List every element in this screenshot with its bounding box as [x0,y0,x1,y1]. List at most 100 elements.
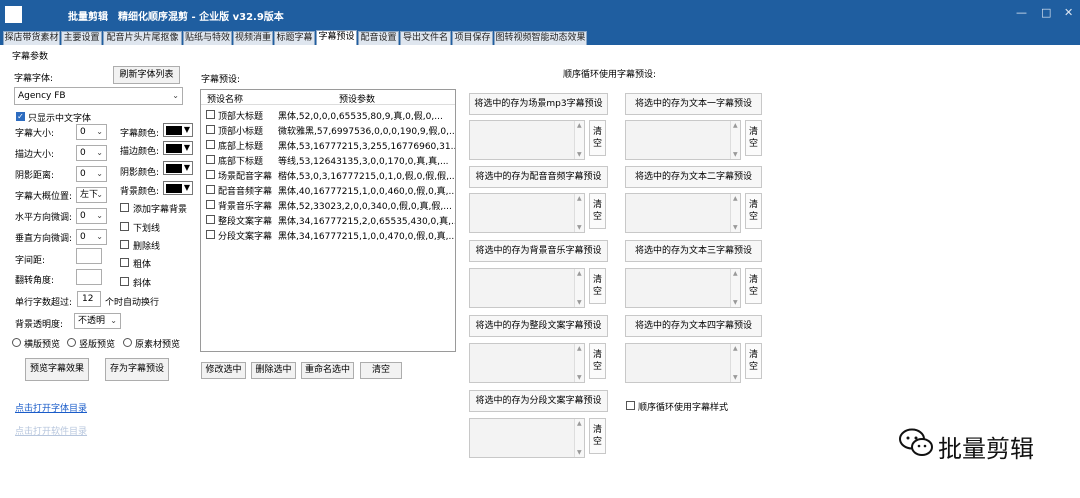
delete-selected-button[interactable]: 删除选中 [251,362,296,379]
preview-portrait-radio[interactable] [67,338,76,347]
clear-text3-button[interactable]: 清 空 [745,268,762,304]
row-checkbox[interactable] [206,215,215,224]
tab-dedupe[interactable]: 视频消重 [233,31,273,45]
tab-material[interactable]: 探店带货素材 [3,31,60,45]
clear-segment-button[interactable]: 清 空 [589,418,606,454]
scrollbar[interactable]: ▲ ▼ [574,121,584,159]
save-music-preset-button[interactable]: 将选中的存为背景音乐字幕预设 [469,240,608,262]
save-text4-preset-button[interactable]: 将选中的存为文本四字幕预设 [625,315,762,337]
segment-preset-box[interactable]: ▲ ▼ [469,418,585,458]
scroll-up-icon[interactable]: ▲ [733,122,738,129]
scroll-down-icon[interactable]: ▼ [733,374,738,381]
tab-title-subtitle[interactable]: 标题字幕 [274,31,315,45]
row-checkbox[interactable] [206,170,215,179]
clear-list-button[interactable]: 清空 [360,362,402,379]
scroll-down-icon[interactable]: ▼ [577,151,582,158]
save-preset-button[interactable]: 存为字幕预设 [105,358,169,381]
scroll-up-icon[interactable]: ▲ [577,195,582,202]
cycle-style-checkbox[interactable] [626,401,635,410]
music-preset-box[interactable]: ▲ ▼ [469,268,585,308]
scrollbar[interactable]: ▲ ▼ [574,269,584,307]
add-bg-checkbox[interactable] [120,203,129,212]
scroll-down-icon[interactable]: ▼ [577,224,582,231]
clear-voice-button[interactable]: 清 空 [589,193,606,229]
bg-color-picker[interactable]: ▼ [163,181,193,195]
text1-preset-box[interactable]: ▲ ▼ [625,120,741,160]
save-voice-preset-button[interactable]: 将选中的存为配音音频字幕预设 [469,166,608,188]
preset-row[interactable]: 场景配音字幕 楷体,53,0,3,16777215,0,1,0,假,0,假,假,.… [201,168,455,182]
scroll-up-icon[interactable]: ▲ [733,345,738,352]
clear-scene-button[interactable]: 清 空 [589,120,606,156]
scroll-up-icon[interactable]: ▲ [733,270,738,277]
minimize-button[interactable]: — [1016,6,1027,19]
preset-row[interactable]: 顶部小标题 微软雅黑,57,6997536,0,0,0,190,9,假,0,... [201,123,455,137]
scrollbar[interactable]: ▲ ▼ [574,344,584,382]
tab-main-settings[interactable]: 主要设置 [61,31,102,45]
tab-dub-settings[interactable]: 配音设置 [358,31,399,45]
whole-preset-box[interactable]: ▲ ▼ [469,343,585,383]
preview-subtitle-button[interactable]: 预览字幕效果 [25,358,89,381]
wrap-count-input[interactable]: 12 [77,291,101,307]
only-chinese-checkbox[interactable]: ✓ [16,112,25,121]
tab-project-save[interactable]: 项目保存 [452,31,493,45]
refresh-font-list-button[interactable]: 刷新字体列表 [113,66,180,84]
preset-row[interactable]: 顶部大标题 黑体,52,0,0,0,65535,80,9,真,0,假,0,... [201,108,455,122]
scroll-up-icon[interactable]: ▲ [577,270,582,277]
row-checkbox[interactable] [206,125,215,134]
preview-landscape-radio[interactable] [12,338,21,347]
tab-subtitle-presets[interactable]: 字幕预设 [316,30,357,45]
scrollbar[interactable]: ▲ ▼ [730,269,740,307]
rename-selected-button[interactable]: 重命名选中 [301,362,354,379]
maximize-button[interactable]: □ [1041,6,1051,19]
stroke-size-select[interactable]: 0 ⌄ [76,145,107,161]
save-segment-preset-button[interactable]: 将选中的存为分段文案字幕预设 [469,390,608,412]
modify-selected-button[interactable]: 修改选中 [201,362,246,379]
preset-row[interactable]: 底部上标题 黑体,53,16777215,3,255,16776960,31... [201,138,455,152]
close-button[interactable]: ✕ [1064,6,1073,19]
scroll-up-icon[interactable]: ▲ [577,420,582,427]
bold-checkbox[interactable] [120,258,129,267]
preset-row[interactable]: 背景音乐字幕 黑体,52,33023,2,0,0,340,0,假,0,真,假,..… [201,198,455,212]
scrollbar[interactable]: ▲ ▼ [730,121,740,159]
shadow-color-picker[interactable]: ▼ [163,161,193,175]
voice-preset-box[interactable]: ▲ ▼ [469,193,585,233]
clear-text2-button[interactable]: 清 空 [745,193,762,229]
save-whole-preset-button[interactable]: 将选中的存为整段文案字幕预设 [469,315,608,337]
open-font-dir-link[interactable]: 点击打开字体目录 [15,401,87,414]
clear-text1-button[interactable]: 清 空 [745,120,762,156]
row-checkbox[interactable] [206,155,215,164]
preset-row[interactable]: 整段文案字幕 黑体,34,16777215,2,0,65535,430,0,真,.… [201,213,455,227]
scroll-down-icon[interactable]: ▼ [733,151,738,158]
font-select[interactable]: Agency FB ⌄ [14,87,183,105]
stroke-color-picker[interactable]: ▼ [163,141,193,155]
strike-checkbox[interactable] [120,240,129,249]
scroll-down-icon[interactable]: ▼ [577,449,582,456]
spacing-input[interactable] [76,248,102,264]
preset-row[interactable]: 分段文案字幕 黑体,34,16777215,1,0,0,470,0,假,0,真,.… [201,228,455,242]
preset-row[interactable]: 配音音频字幕 黑体,40,16777215,1,0,0,460,0,假,0,真,.… [201,183,455,197]
h-adjust-select[interactable]: 0 ⌄ [76,208,107,224]
clear-text4-button[interactable]: 清 空 [745,343,762,379]
v-adjust-select[interactable]: 0 ⌄ [76,229,107,245]
tab-dub-intro-outro[interactable]: 配音片头片尾抠像 [103,31,182,45]
italic-checkbox[interactable] [120,277,129,286]
save-scene-preset-button[interactable]: 将选中的存为场景mp3字幕预设 [469,93,608,115]
scene-preset-box[interactable]: ▲ ▼ [469,120,585,160]
underline-checkbox[interactable] [120,222,129,231]
row-checkbox[interactable] [206,200,215,209]
row-checkbox[interactable] [206,140,215,149]
preview-original-radio[interactable] [123,338,132,347]
scroll-up-icon[interactable]: ▲ [577,122,582,129]
row-checkbox[interactable] [206,230,215,239]
scroll-down-icon[interactable]: ▼ [577,374,582,381]
color-picker[interactable]: ▼ [163,123,193,137]
preset-list[interactable]: 预设名称 预设参数 顶部大标题 黑体,52,0,0,0,65535,80,9,真,… [200,89,456,352]
tab-export-filename[interactable]: 导出文件名 [400,31,451,45]
scroll-up-icon[interactable]: ▲ [577,345,582,352]
scrollbar[interactable]: ▲ ▼ [574,194,584,232]
scroll-down-icon[interactable]: ▼ [733,299,738,306]
text3-preset-box[interactable]: ▲ ▼ [625,268,741,308]
shadow-dist-select[interactable]: 0 ⌄ [76,166,107,182]
rotate-input[interactable] [76,269,102,285]
scroll-down-icon[interactable]: ▼ [577,299,582,306]
